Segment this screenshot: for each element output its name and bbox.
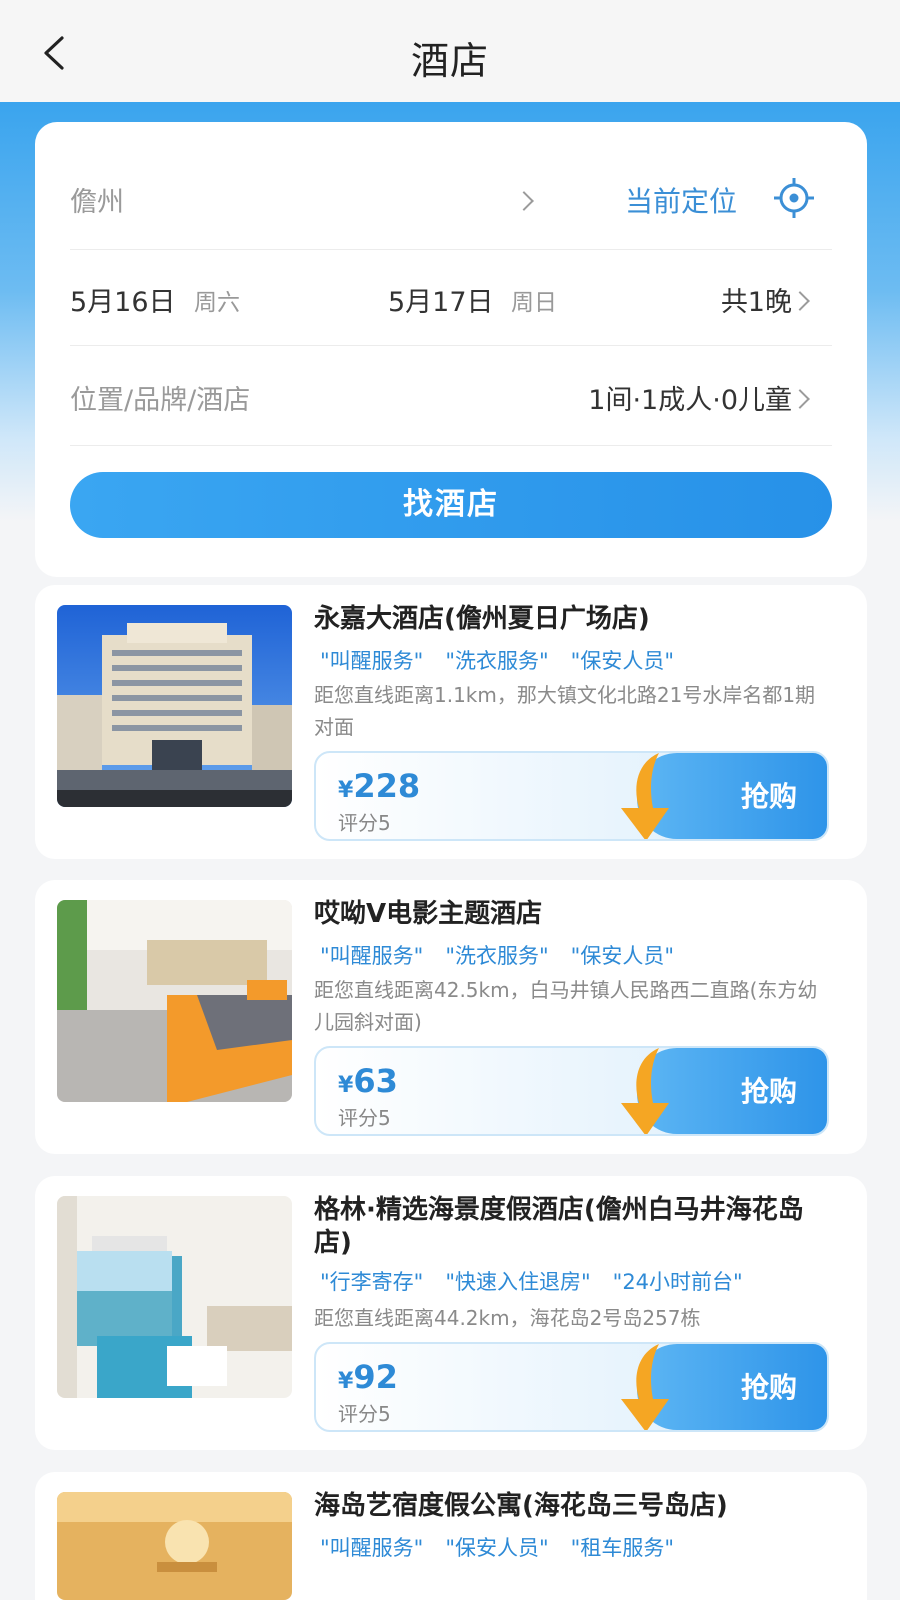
hotel-name[interactable]: 海岛艺宿度假公寓(海花岛三号岛店) <box>314 1490 834 1523</box>
chevron-right-icon <box>790 389 810 409</box>
page-title: 酒店 <box>410 39 489 83</box>
check-in-date[interactable]: 5月16日 <box>70 280 176 319</box>
locate-icon[interactable] <box>772 176 816 220</box>
tag: "叫醒服务" <box>320 649 424 673</box>
tag: "保安人员" <box>570 649 674 673</box>
keyword-row[interactable]: 位置/品牌/酒店 1间·1成人·0儿童 <box>70 346 832 446</box>
keyword-input[interactable]: 位置/品牌/酒店 <box>70 378 250 417</box>
arrow-down-icon <box>621 753 669 839</box>
hotel-tags: "叫醒服务" "洗衣服务" "保安人员" <box>320 940 696 970</box>
tag: "租车服务" <box>570 1536 674 1560</box>
tag: "叫醒服务" <box>320 1536 424 1560</box>
hotel-address: 距您直线距离42.5km，白马井镇人民路西二直路(东方幼儿园斜对面) <box>314 978 818 1034</box>
find-hotel-button[interactable]: 找酒店 <box>70 472 832 538</box>
header: 酒店 <box>0 0 900 102</box>
price: ¥63 <box>338 1062 398 1100</box>
buy-now-button[interactable]: 抢购 <box>741 775 797 815</box>
chevron-right-icon <box>790 291 810 311</box>
date-row[interactable]: 5月16日 周六 5月17日 周日 共1晚 <box>70 250 832 346</box>
hotel-photo[interactable] <box>57 900 292 1102</box>
hotel-card[interactable]: 永嘉大酒店(儋州夏日广场店) "叫醒服务" "洗衣服务" "保安人员" 距您直线距离… <box>35 585 867 859</box>
hotel-tags: "叫醒服务" "保安人员" "租车服务" <box>320 1532 696 1562</box>
hotel-card[interactable]: 海岛艺宿度假公寓(海花岛三号岛店) "叫醒服务" "保安人员" "租车服务" <box>35 1472 867 1600</box>
hotel-photo[interactable] <box>57 605 292 807</box>
buy-now-button[interactable]: 抢购 <box>741 1366 797 1406</box>
current-location-link[interactable]: 当前定位 <box>625 180 737 220</box>
hotel-name[interactable]: 哎呦V电影主题酒店 <box>314 898 834 931</box>
price: ¥228 <box>338 767 421 805</box>
check-in-day: 周六 <box>194 290 240 316</box>
city-row[interactable]: 儋州 当前定位 <box>70 150 832 250</box>
tag: "保安人员" <box>570 944 674 968</box>
check-out-day: 周日 <box>511 290 557 316</box>
hotel-address: 距您直线距离44.2km，海花岛2号岛257栋 <box>314 1306 701 1330</box>
tag: "保安人员" <box>445 1536 549 1560</box>
rating: 评分5 <box>338 1402 391 1426</box>
rating: 评分5 <box>338 1106 391 1130</box>
search-card: 儋州 当前定位 5月16日 周六 5月17日 周日 共1晚 位置/品牌/酒店 1… <box>35 122 867 577</box>
price-box[interactable]: ¥63 评分5 抢购 <box>314 1046 829 1136</box>
price-box[interactable]: ¥228 评分5 抢购 <box>314 751 829 841</box>
rating: 评分5 <box>338 811 391 835</box>
hotel-photo[interactable] <box>57 1492 292 1600</box>
hotel-name[interactable]: 格林·精选海景度假酒店(儋州白马井海花岛店) <box>314 1194 834 1260</box>
tag: "叫醒服务" <box>320 944 424 968</box>
tag: "洗衣服务" <box>445 649 549 673</box>
hotel-tags: "行李寄存" "快速入住退房" "24小时前台" <box>320 1266 765 1296</box>
hotel-address: 距您直线距离1.1km，那大镇文化北路21号水岸名都1期对面 <box>314 683 816 739</box>
nights-count: 共1晚 <box>720 287 792 318</box>
chevron-right-icon <box>514 191 534 211</box>
city-name[interactable]: 儋州 <box>70 180 124 219</box>
tag: "快速入住退房" <box>445 1270 591 1294</box>
hotel-photo[interactable] <box>57 1196 292 1398</box>
hotel-tags: "叫醒服务" "洗衣服务" "保安人员" <box>320 645 696 675</box>
hotel-card[interactable]: 哎呦V电影主题酒店 "叫醒服务" "洗衣服务" "保安人员" 距您直线距离42.5k… <box>35 880 867 1154</box>
tag: "洗衣服务" <box>445 944 549 968</box>
arrow-down-icon <box>621 1048 669 1134</box>
hotel-name[interactable]: 永嘉大酒店(儋州夏日广场店) <box>314 603 834 636</box>
arrow-down-icon <box>621 1344 669 1430</box>
tag: "24小时前台" <box>612 1270 743 1294</box>
price-box[interactable]: ¥92 评分5 抢购 <box>314 1342 829 1432</box>
guests-selector[interactable]: 1间·1成人·0儿童 <box>588 378 792 417</box>
check-out-date[interactable]: 5月17日 <box>388 280 494 319</box>
tag: "行李寄存" <box>320 1270 424 1294</box>
hotel-card[interactable]: 格林·精选海景度假酒店(儋州白马井海花岛店) "行李寄存" "快速入住退房" "24… <box>35 1176 867 1450</box>
price: ¥92 <box>338 1358 398 1396</box>
buy-now-button[interactable]: 抢购 <box>741 1070 797 1110</box>
